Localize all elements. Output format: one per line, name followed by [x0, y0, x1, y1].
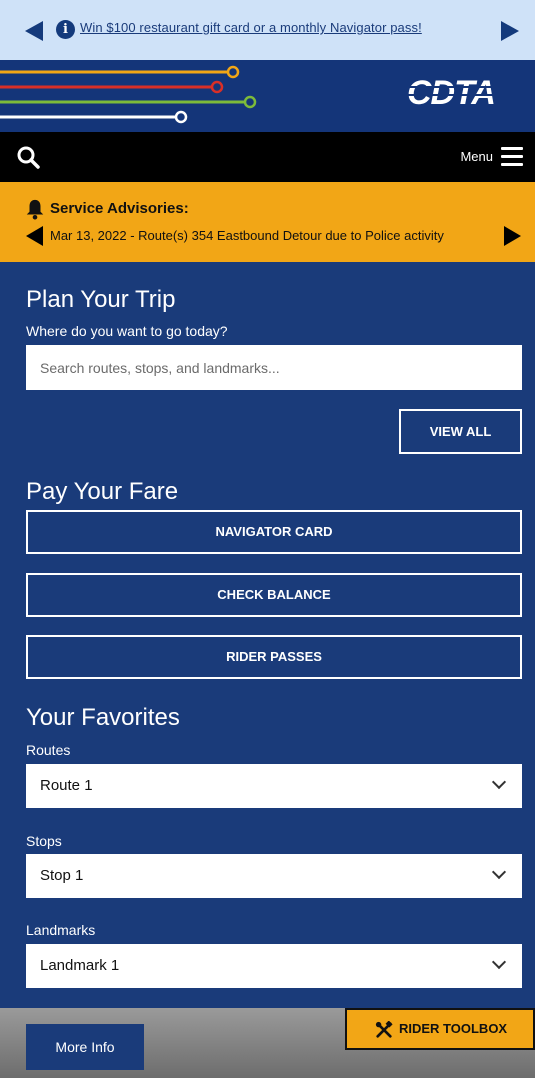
plan-trip-prompt: Where do you want to go today?	[26, 323, 228, 339]
service-advisories: Service Advisories: Mar 13, 2022 - Route…	[0, 182, 535, 262]
svg-text:CDTA: CDTA	[407, 74, 495, 112]
view-all-button[interactable]: VIEW ALL	[399, 409, 522, 454]
hamburger-menu-icon[interactable]	[501, 147, 523, 167]
footer: More Info RIDER TOOLBOX	[0, 1008, 535, 1078]
promo-prev-arrow-icon[interactable]	[25, 21, 43, 41]
tools-icon	[375, 1021, 393, 1038]
pay-fare-title: Pay Your Fare	[26, 478, 179, 505]
favorites-title: Your Favorites	[26, 704, 180, 731]
rider-toolbox-label: RIDER TOOLBOX	[399, 1021, 508, 1036]
plan-trip-title: Plan Your Trip	[26, 286, 176, 313]
routes-label: Routes	[26, 742, 71, 758]
landmarks-label: Landmarks	[26, 922, 96, 938]
main-content: Plan Your Trip Where do you want to go t…	[0, 262, 535, 1008]
chevron-down-icon	[491, 864, 507, 880]
stops-label: Stops	[26, 833, 62, 849]
advisory-title: Service Advisories:	[50, 200, 189, 217]
chevron-down-icon	[491, 954, 507, 970]
stops-select-value: Stop 1	[40, 867, 84, 884]
menu-label[interactable]: Menu	[460, 149, 493, 164]
rider-passes-button[interactable]: RIDER PASSES	[26, 635, 522, 679]
advisory-prev-arrow-icon[interactable]	[26, 226, 43, 246]
info-icon: i	[56, 20, 75, 39]
check-balance-button[interactable]: CHECK BALANCE	[26, 573, 522, 617]
rider-toolbox-button[interactable]: RIDER TOOLBOX	[345, 1008, 535, 1050]
landmarks-select-value: Landmark 1	[40, 957, 120, 974]
promo-banner: i Win $100 restaurant gift card or a mon…	[0, 0, 535, 60]
top-navbar: Menu	[0, 132, 535, 182]
routes-select[interactable]: Route 1	[26, 764, 522, 808]
site-header: CDTA	[0, 60, 535, 132]
advisory-message[interactable]: Mar 13, 2022 - Route(s) 354 Eastbound De…	[50, 228, 444, 243]
more-info-button[interactable]: More Info	[26, 1024, 144, 1070]
promo-link[interactable]: Win $100 restaurant gift card or a month…	[80, 20, 422, 35]
promo-next-arrow-icon[interactable]	[501, 21, 519, 41]
bell-icon	[26, 199, 44, 220]
advisory-next-arrow-icon[interactable]	[504, 226, 521, 246]
chevron-down-icon	[491, 774, 507, 790]
search-icon[interactable]	[16, 145, 40, 169]
cdta-logo[interactable]: CDTA	[407, 72, 535, 112]
transit-lines-graphic	[0, 65, 257, 124]
navigator-card-button[interactable]: NAVIGATOR CARD	[26, 510, 522, 554]
trip-search-input[interactable]	[26, 345, 522, 390]
landmarks-select[interactable]: Landmark 1	[26, 944, 522, 988]
routes-select-value: Route 1	[40, 777, 93, 794]
stops-select[interactable]: Stop 1	[26, 854, 522, 898]
